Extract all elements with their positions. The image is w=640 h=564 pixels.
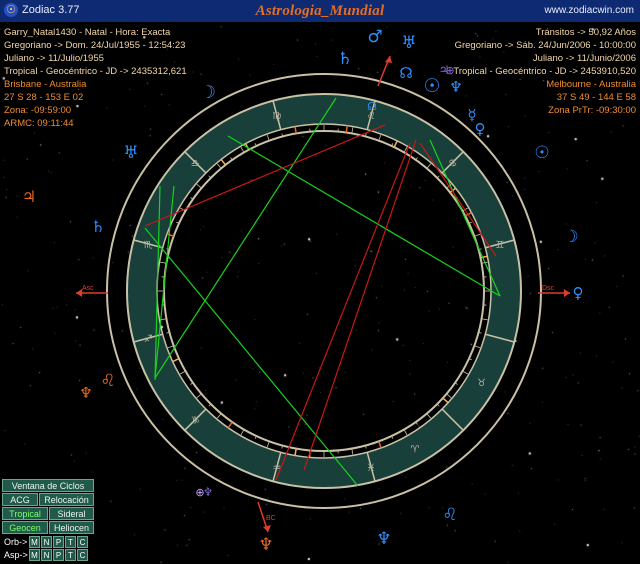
- saturn-natal-icon[interactable]: ♄: [91, 217, 105, 236]
- zodiac-window: ☉ Zodiac 3.77 Astrologia_Mundial www.zod…: [0, 0, 640, 564]
- mc-arrow: [377, 55, 392, 87]
- uranus-transit-icon[interactable]: ♅: [401, 33, 416, 53]
- bc-label: BC: [266, 515, 276, 522]
- aspect-line: [275, 142, 411, 481]
- pluto-natal-icon[interactable]: ♆: [79, 384, 92, 402]
- mars-transit-icon[interactable]: ♂: [367, 27, 382, 47]
- aspect-label: Asp->: [4, 550, 28, 560]
- degree-tick: [196, 183, 202, 189]
- degree-tick: [403, 429, 408, 435]
- degree-tick: [266, 134, 270, 141]
- degree-tick: [474, 345, 481, 349]
- natal-marker: [294, 448, 297, 456]
- degree-tick: [240, 147, 245, 153]
- geocentric-button[interactable]: Geocen: [2, 521, 48, 534]
- capricorn-sign-glyph: ♑: [191, 416, 200, 427]
- asc-arrow: Asc: [76, 285, 108, 297]
- uranus-natal-icon[interactable]: ♅: [123, 143, 138, 163]
- degree-tick: [216, 413, 222, 419]
- aspect-line: [303, 139, 417, 471]
- cancer-sign-glyph: ♋: [448, 158, 457, 169]
- degree-tick: [462, 370, 468, 375]
- inner-circle: [163, 130, 485, 452]
- leo-marker-icon[interactable]: ♌: [442, 505, 457, 525]
- asc-label: Asc: [82, 285, 94, 292]
- natal-marker: [227, 421, 233, 429]
- sun-transit-icon[interactable]: ☉: [534, 143, 549, 163]
- degree-tick: [266, 441, 270, 448]
- orb-toggle-t[interactable]: T: [65, 536, 76, 548]
- orb-toggle-p[interactable]: P: [53, 536, 64, 548]
- node-natal-icon[interactable]: ☊: [367, 100, 377, 113]
- dsc-label: Dsc: [542, 285, 555, 292]
- sagittarius-sign-glyph: ♐: [144, 334, 153, 345]
- degree-ticks: [158, 125, 490, 457]
- aspect-toggle-m[interactable]: M: [29, 549, 40, 561]
- chart-wheel[interactable]: ♈♉♊♋♌♍♎♏♐♑♒ ♓ Asc Dsc BC ♂ ♅♄☊☉ ♆☿♀☉☽♀♃♆…: [0, 0, 640, 564]
- cycles-window-button[interactable]: Ventana de Ciclos: [2, 479, 94, 492]
- acg-button[interactable]: ACG: [2, 493, 38, 506]
- natal-marker: [378, 441, 382, 449]
- virgo-sign-glyph: ♍: [272, 111, 281, 122]
- scorpio-sign-glyph: ♏: [144, 240, 153, 251]
- natal-marker: [345, 125, 348, 133]
- natal-marker: [294, 126, 297, 134]
- degree-tick: [481, 318, 488, 321]
- degree-tick: [426, 163, 432, 169]
- moon-transit-icon[interactable]: ☽: [563, 227, 578, 247]
- degree-tick: [240, 429, 245, 435]
- natal-marker: [220, 158, 227, 166]
- pluto-bc-natal-icon[interactable]: ♆: [258, 535, 273, 555]
- natal-marker: [442, 397, 449, 404]
- aries-sign-glyph: ♈: [411, 445, 420, 456]
- orb-toggle-c[interactable]: C: [77, 536, 88, 548]
- degree-tick: [196, 393, 202, 399]
- node-transit-icon[interactable]: ☊: [399, 64, 412, 82]
- degree-tick: [474, 233, 481, 237]
- heliocentric-button[interactable]: Heliocen: [49, 521, 94, 534]
- degree-tick: [216, 163, 222, 169]
- natal-marker: [393, 140, 398, 148]
- neptune-transit-2-icon[interactable]: ♆: [376, 529, 391, 549]
- orb-toggle-n[interactable]: N: [41, 536, 52, 548]
- aspect-toggle-t[interactable]: T: [65, 549, 76, 561]
- tropical-button[interactable]: Tropical: [2, 507, 48, 520]
- pisces-sign-glyph: ♓: [367, 463, 376, 474]
- jupiter-natal-icon[interactable]: ♃: [22, 187, 36, 206]
- degree-tick: [167, 345, 174, 349]
- natal-marker: [172, 357, 180, 363]
- degree-tick: [426, 413, 432, 419]
- taurus-sign-glyph: ♉: [477, 378, 486, 389]
- aspect-toggle-p[interactable]: P: [53, 549, 64, 561]
- moon-natal-icon[interactable]: ☽: [200, 82, 216, 103]
- libra-sign-glyph: ♎: [191, 158, 200, 169]
- pof-transit-icon[interactable]: ⊕: [445, 64, 454, 77]
- venus-dsc-transit-icon[interactable]: ♀: [573, 284, 584, 302]
- sidereal-button[interactable]: Sideral: [49, 507, 94, 520]
- orb-label: Orb->: [4, 537, 28, 547]
- leo-natal-icon[interactable]: ♌: [100, 371, 115, 391]
- natal-marker: [166, 233, 174, 237]
- venus-transit-icon[interactable]: ♀: [475, 120, 486, 138]
- degree-tick: [378, 134, 382, 141]
- outer-ring: [106, 73, 542, 509]
- degree-tick: [180, 370, 186, 375]
- natal-marker: [480, 255, 488, 259]
- orb-toggle-m[interactable]: M: [29, 536, 40, 548]
- saturn-transit-icon[interactable]: ♄: [337, 49, 352, 69]
- aspect-toggle-c[interactable]: C: [77, 549, 88, 561]
- pof-natal-icon[interactable]: ⊕: [195, 486, 204, 499]
- degree-tick: [351, 448, 354, 455]
- degree-tick: [351, 127, 354, 134]
- aspect-toggle-n[interactable]: N: [41, 549, 52, 561]
- degree-tick: [160, 261, 167, 264]
- neptune-transit-icon[interactable]: ♆: [449, 78, 462, 96]
- sun-moon-transit-icon[interactable]: ☉: [423, 75, 440, 97]
- bc-arrow: BC: [257, 501, 276, 533]
- dsc-arrow: Dsc: [538, 285, 570, 297]
- degree-tick: [446, 393, 452, 399]
- relocation-button[interactable]: Relocación: [39, 493, 94, 506]
- gemini-sign-glyph: ♊: [495, 240, 504, 251]
